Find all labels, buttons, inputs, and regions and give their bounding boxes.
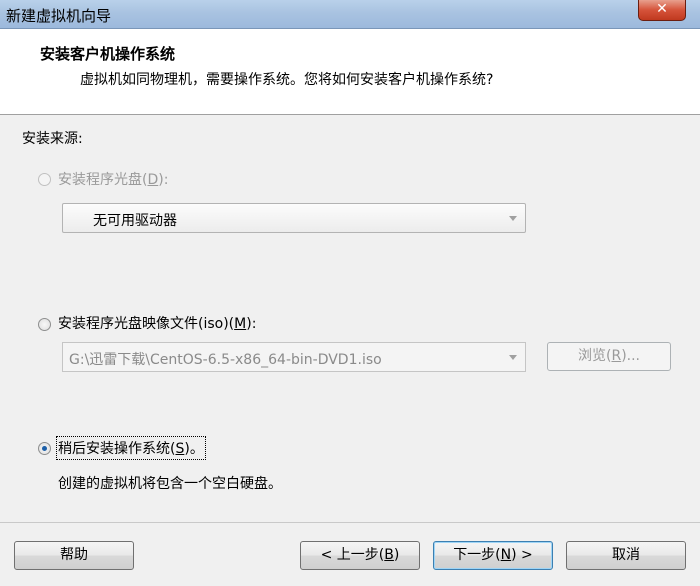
radio-install-later[interactable] [38, 442, 51, 455]
footer-divider [0, 522, 700, 523]
install-iso-label[interactable]: 安装程序光盘映像文件(iso)(M): [58, 313, 256, 333]
browse-button[interactable]: 浏览(R)... [547, 342, 671, 371]
title-bar[interactable]: 新建虚拟机向导 ✕ [0, 0, 700, 29]
disc-drive-select[interactable]: 无可用驱动器 [62, 203, 526, 233]
help-button[interactable]: 帮助 [14, 541, 134, 570]
iso-path-value: G:\迅雷下载\CentOS-6.5-x86_64-bin-DVD1.iso [69, 352, 382, 368]
disc-drive-value: 无可用驱动器 [93, 213, 177, 229]
cancel-button[interactable]: 取消 [566, 541, 686, 570]
back-button[interactable]: < 上一步(B) [300, 541, 420, 570]
page-title: 安装客户机操作系统 [40, 45, 176, 63]
chevron-down-icon [509, 355, 517, 360]
window-title: 新建虚拟机向导 [6, 7, 112, 25]
close-icon: ✕ [656, 1, 668, 17]
close-button[interactable]: ✕ [638, 0, 686, 21]
chevron-down-icon [509, 216, 517, 221]
next-button[interactable]: 下一步(N) > [433, 541, 553, 570]
radio-install-iso[interactable] [38, 318, 51, 331]
wizard-header: 安装客户机操作系统 虚拟机如同物理机，需要操作系统。您将如何安装客户机操作系统? [0, 29, 700, 115]
install-later-description: 创建的虚拟机将包含一个空白硬盘。 [58, 476, 282, 492]
install-source-label: 安装来源: [22, 131, 83, 147]
install-disc-label[interactable]: 安装程序光盘(D): [58, 169, 168, 189]
page-subtitle: 虚拟机如同物理机，需要操作系统。您将如何安装客户机操作系统? [80, 72, 494, 88]
iso-path-input[interactable]: G:\迅雷下载\CentOS-6.5-x86_64-bin-DVD1.iso [62, 342, 526, 372]
install-later-label[interactable]: 稍后安装操作系统(S)。 [56, 436, 206, 460]
radio-install-disc[interactable] [38, 173, 51, 186]
